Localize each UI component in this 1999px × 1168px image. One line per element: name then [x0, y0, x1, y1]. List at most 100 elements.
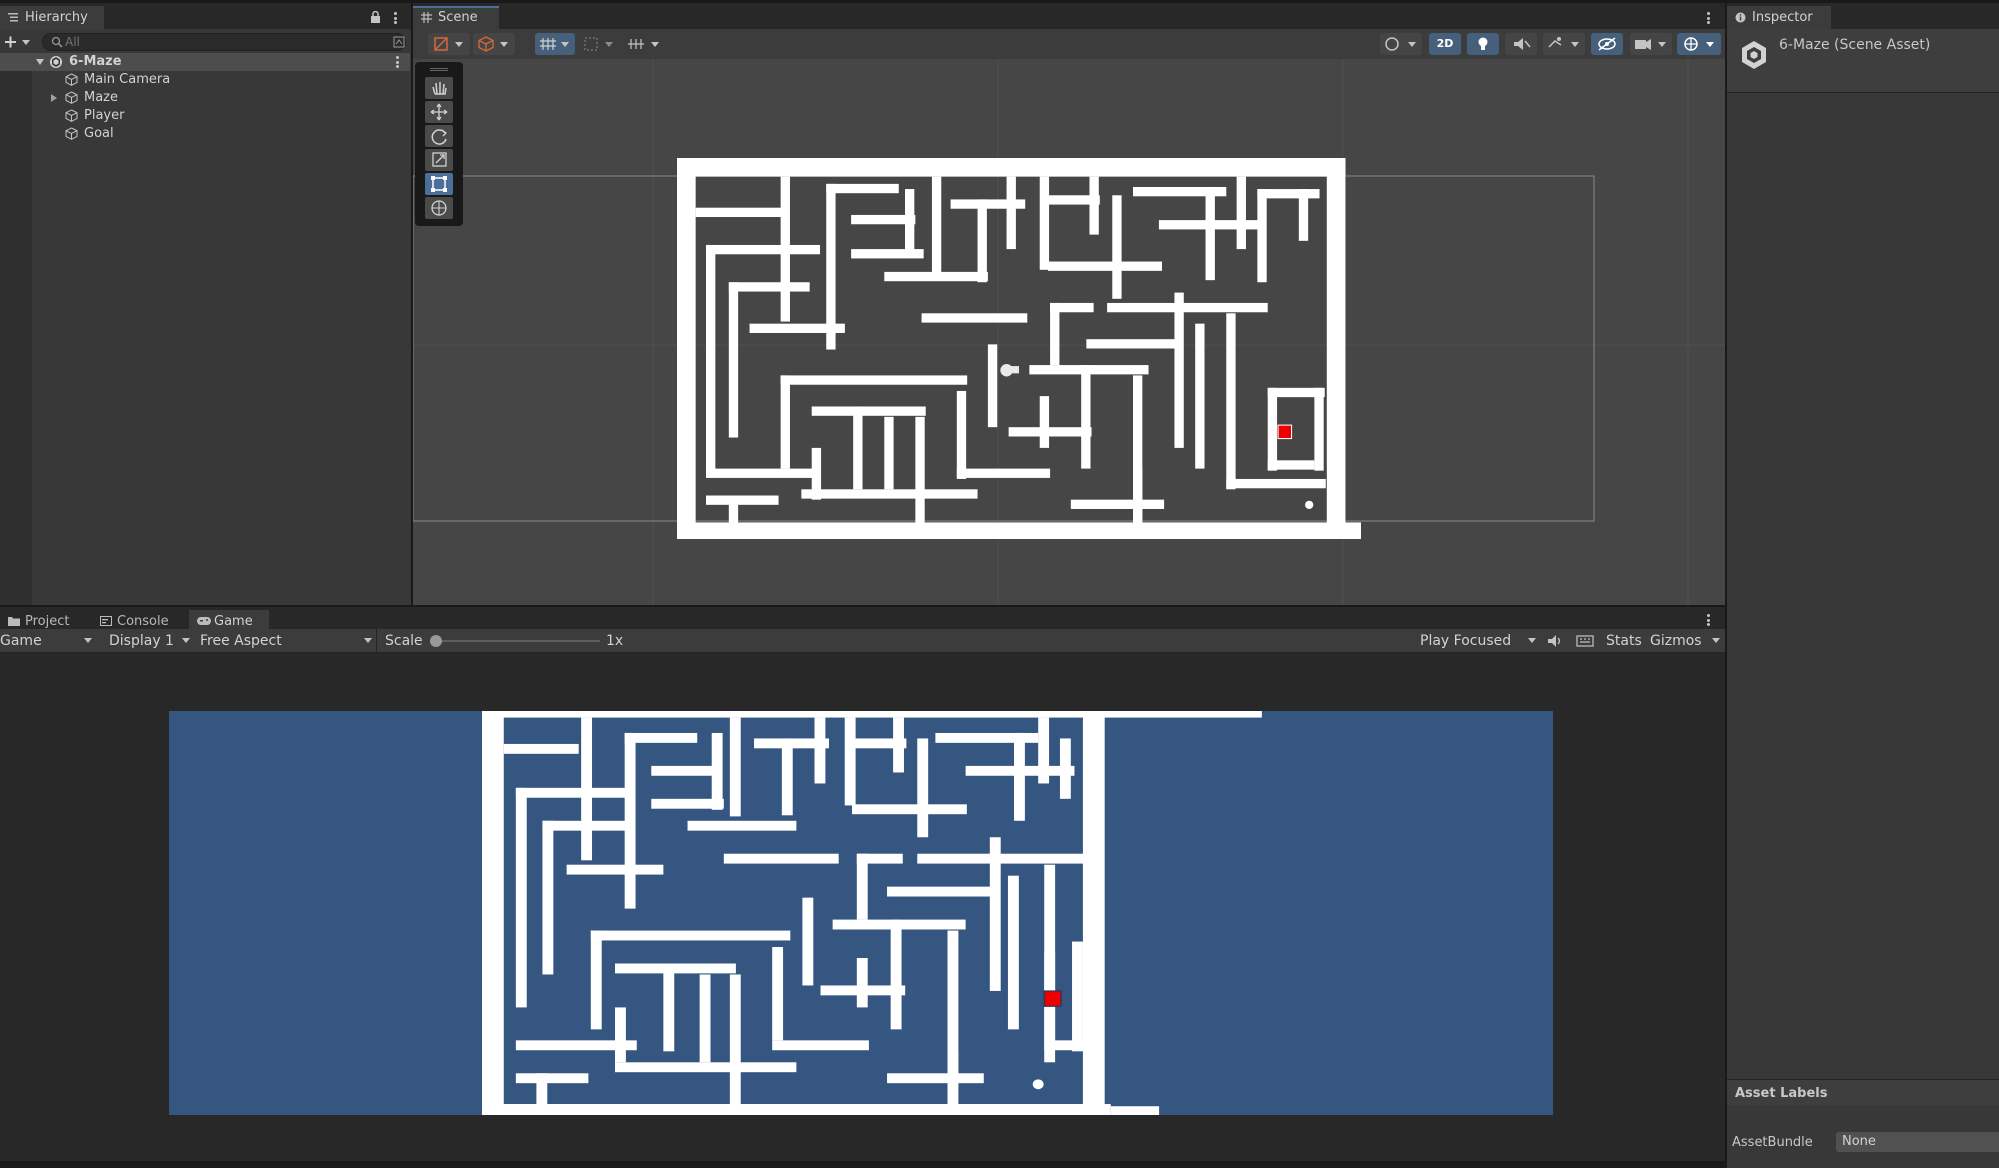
- move-tool-button[interactable]: [425, 101, 453, 123]
- player-marker: [1305, 500, 1314, 509]
- scene-tabbar: [413, 3, 1725, 29]
- asset-labels-heading: Asset Labels: [1735, 1086, 1828, 1101]
- aspect-dropdown[interactable]: Free Aspect: [196, 631, 376, 651]
- search-icon: [51, 36, 63, 48]
- scene-menu-icon[interactable]: [1707, 12, 1710, 24]
- hierarchy-item-goal[interactable]: Goal: [0, 125, 410, 143]
- goal-marker: [1277, 424, 1293, 440]
- scene-viewport[interactable]: [413, 59, 1725, 605]
- hierarchy-item-label: Player: [84, 108, 125, 123]
- play-mode-dropdown[interactable]: Play Focused: [1416, 631, 1538, 651]
- grid-visibility-dropdown[interactable]: [623, 33, 665, 55]
- scene-visibility-toggle[interactable]: [1591, 33, 1623, 55]
- hierarchy-search-input[interactable]: [65, 34, 385, 50]
- game-panel: Project Console Game Game Display 1 Free…: [0, 607, 1725, 1161]
- tab-project-label: Project: [25, 614, 70, 629]
- rect-tool-button[interactable]: [425, 173, 453, 195]
- lock-icon[interactable]: [370, 11, 381, 23]
- game-goal-marker: [1043, 990, 1062, 1007]
- unity-scene-asset-icon: [1739, 39, 1769, 71]
- inspector-panel: Inspector 6-Maze (Scene Asset) Asset Lab…: [1727, 3, 1999, 1168]
- toggle-2d-label: 2D: [1436, 37, 1454, 50]
- hierarchy-item-label: Goal: [84, 126, 114, 141]
- dropdown-arrow-icon: [1528, 638, 1536, 643]
- hierarchy-search-field[interactable]: [42, 33, 406, 51]
- view-dropdown-value: Game: [0, 633, 42, 649]
- keyboard-shortcuts-button[interactable]: [1576, 633, 1596, 649]
- info-icon: [1735, 12, 1747, 23]
- scene-tools-overlay: [415, 62, 463, 226]
- scene-menu-icon[interactable]: [396, 56, 399, 68]
- tab-scene[interactable]: Scene: [413, 6, 499, 29]
- scale-slider-handle[interactable]: [430, 635, 442, 647]
- inspector-asset-title: 6-Maze (Scene Asset): [1779, 37, 1931, 53]
- add-object-button[interactable]: [3, 33, 31, 51]
- search-options-icon[interactable]: [393, 36, 405, 48]
- view-dropdown[interactable]: Game: [0, 631, 96, 651]
- gizmos-dropdown[interactable]: [1677, 33, 1721, 55]
- transform-tool-button[interactable]: [425, 197, 453, 219]
- dropdown-arrow-icon: [182, 638, 190, 643]
- scene-root-label: 6-Maze: [69, 54, 122, 69]
- gizmos-button[interactable]: Gizmos: [1650, 633, 1702, 649]
- stats-button[interactable]: Stats: [1606, 633, 1642, 649]
- tab-hierarchy[interactable]: Hierarchy: [0, 6, 104, 29]
- tools-drag-handle[interactable]: [430, 68, 448, 71]
- tab-inspector-label: Inspector: [1752, 10, 1813, 25]
- display-dropdown-value: Display 1: [109, 633, 174, 649]
- gamepad-icon: [197, 616, 211, 626]
- dropdown-arrow-icon: [84, 638, 92, 643]
- game-view[interactable]: [0, 654, 1725, 1161]
- hierarchy-menu-icon[interactable]: [394, 12, 397, 24]
- hierarchy-item-player[interactable]: Player: [0, 107, 410, 125]
- snap-increment-dropdown[interactable]: [579, 33, 619, 55]
- hierarchy-tree: 6-Maze Main Camera Maze Player Goal: [0, 53, 411, 605]
- scale-tool-button[interactable]: [425, 149, 453, 171]
- asset-labels-header[interactable]: Asset Labels: [1727, 1079, 1999, 1105]
- hierarchy-item-main-camera[interactable]: Main Camera: [0, 71, 410, 89]
- inspector-header: 6-Maze (Scene Asset): [1727, 29, 1999, 93]
- audio-toggle[interactable]: [1505, 33, 1537, 55]
- gameobject-cube-icon: [65, 127, 78, 140]
- gizmos-dropdown-arrow-icon[interactable]: [1712, 638, 1720, 643]
- game-render-area: [169, 711, 1553, 1115]
- lighting-toggle[interactable]: [1467, 33, 1499, 55]
- scene-root-row[interactable]: 6-Maze: [0, 53, 410, 71]
- hierarchy-item-label: Maze: [84, 90, 119, 105]
- hand-tool-button[interactable]: [425, 77, 453, 99]
- scene-maze[interactable]: [677, 158, 1361, 539]
- mute-audio-button[interactable]: [1546, 633, 1564, 649]
- console-icon: [100, 616, 112, 626]
- grid-snapping-dropdown[interactable]: [535, 33, 575, 55]
- assetbundle-label: AssetBundle: [1732, 1135, 1813, 1150]
- scene-panel: Scene 2D: [413, 3, 1725, 605]
- draw-mode-dropdown[interactable]: [428, 33, 470, 55]
- assetbundle-value: None: [1842, 1134, 1876, 1149]
- scale-slider-track: [430, 640, 600, 642]
- render-mode-dropdown[interactable]: [473, 33, 515, 55]
- play-mode-value: Play Focused: [1420, 633, 1512, 649]
- maze-game-svg: [482, 711, 1262, 1115]
- grid-icon: [421, 12, 433, 23]
- gameobject-cube-icon: [65, 109, 78, 122]
- game-menu-icon[interactable]: [1707, 614, 1710, 626]
- dropdown-arrow-icon: [364, 638, 372, 643]
- assetbundle-dropdown[interactable]: None: [1836, 1132, 1999, 1152]
- camera-settings-dropdown[interactable]: [1630, 33, 1672, 55]
- display-dropdown[interactable]: Display 1: [104, 631, 194, 651]
- camera-gizmo: [1000, 364, 1019, 377]
- tab-inspector[interactable]: Inspector: [1727, 6, 1831, 29]
- gameobject-cube-icon: [65, 91, 78, 104]
- rotate-tool-button[interactable]: [425, 125, 453, 147]
- scale-slider[interactable]: [430, 634, 600, 648]
- effects-dropdown[interactable]: [1543, 33, 1585, 55]
- expand-arrow-icon[interactable]: [36, 59, 45, 66]
- hierarchy-item-maze[interactable]: Maze: [0, 89, 410, 107]
- collapsed-arrow-icon[interactable]: [51, 94, 58, 103]
- hierarchy-item-label: Main Camera: [84, 72, 171, 87]
- tab-game-label: Game: [214, 614, 253, 629]
- maze-walls-scene: [677, 158, 1361, 539]
- toggle-2d-button[interactable]: 2D: [1429, 33, 1461, 55]
- global-lighting-dropdown[interactable]: [1380, 33, 1422, 55]
- maze-scene-svg: [677, 158, 1361, 539]
